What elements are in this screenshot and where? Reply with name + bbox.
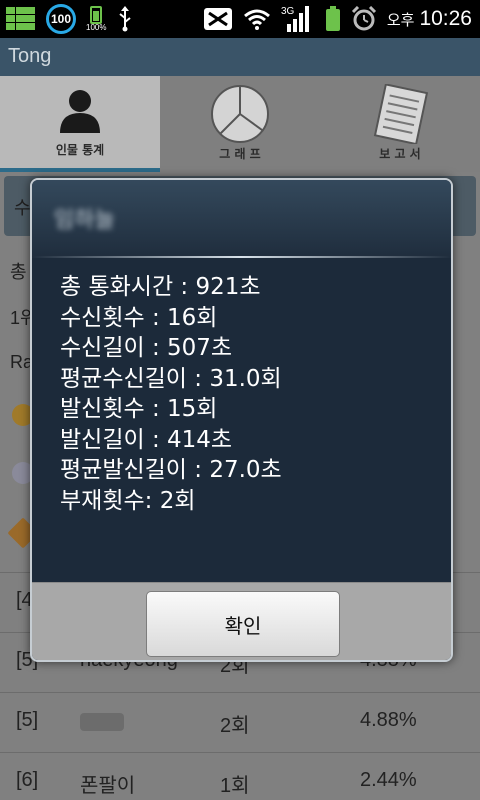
dialog-divider xyxy=(32,256,451,258)
incoming-count: 수신횟수 : 16회 xyxy=(60,304,218,331)
row-percent: 4.88% xyxy=(360,709,417,731)
battery-icon xyxy=(325,6,341,32)
no-sim-icon xyxy=(203,7,233,31)
avg-incoming-length: 평균수신길이 : 31.0회 xyxy=(60,365,282,392)
avg-outgoing-length: 평균발신길이 : 27.0초 xyxy=(60,457,282,483)
tab-label: 그 래 프 xyxy=(219,147,261,161)
row-percent: 2.44% xyxy=(360,769,417,791)
battery-percent-label: 100% xyxy=(86,23,107,32)
background-fragment: 총 xyxy=(10,262,27,282)
tab-person-stats[interactable]: 인물 통계 xyxy=(0,76,160,172)
wifi-icon xyxy=(243,8,271,30)
total-call-time: 총 통화시간 : 921초 xyxy=(60,274,261,300)
tab-report[interactable]: 보 고 서 xyxy=(320,76,480,172)
dialog-title: 임하늘 xyxy=(54,208,115,233)
app-title-bar: Tong xyxy=(0,38,480,76)
tab-label: 보 고 서 xyxy=(379,147,421,161)
dialog-body: 총 통화시간 : 921초 수신횟수 : 16회 수신길이 : 507초 평균수… xyxy=(32,258,451,584)
usb-icon xyxy=(116,6,134,32)
signal-icon: 3G xyxy=(281,4,315,34)
app-title: Tong xyxy=(8,45,52,67)
background-fragment: 수 xyxy=(14,198,31,218)
table-row[interactable]: [5] 2회 4.88% xyxy=(0,692,480,752)
tab-graph[interactable]: 그 래 프 xyxy=(160,76,320,172)
tab-label: 인물 통계 xyxy=(55,143,105,157)
row-rank: [5] xyxy=(16,709,39,731)
app-grid-icon xyxy=(6,7,36,31)
tab-bar: 인물 통계 그 래 프 보 고 서 xyxy=(0,76,480,172)
incoming-length: 수신길이 : 507초 xyxy=(60,335,233,361)
dialog-footer: 확인 xyxy=(32,582,451,660)
row-name-blurred xyxy=(80,713,124,731)
status-bar: 100 100% 3G 오후 10:26 xyxy=(0,0,480,38)
notification-badge-icon: 100 xyxy=(46,4,76,34)
pie-chart-icon xyxy=(210,83,270,145)
outgoing-count: 발신횟수 : 15회 xyxy=(60,396,218,422)
status-time: 10:26 xyxy=(419,7,472,30)
person-icon xyxy=(57,79,103,141)
row-name: 폰팔이 xyxy=(80,775,136,797)
alarm-icon xyxy=(351,6,377,32)
battery-small-icon: 100% xyxy=(86,6,106,32)
ok-button[interactable]: 확인 xyxy=(146,591,340,657)
table-row[interactable]: [6] 폰팔이 1회 2.44% xyxy=(0,752,480,800)
stats-dialog: 임하늘 총 통화시간 : 921초 수신횟수 : 16회 수신길이 : 507초… xyxy=(30,178,453,662)
row-count: 2회 xyxy=(220,715,250,737)
network-label: 3G xyxy=(281,6,295,17)
dialog-header: 임하늘 xyxy=(32,180,451,258)
row-count: 1회 xyxy=(220,775,250,797)
missed-count: 부재횟수: 2회 xyxy=(60,487,196,514)
row-rank: [6] xyxy=(16,769,39,791)
status-clock: 오후 10:26 xyxy=(387,7,472,31)
status-ampm: 오후 xyxy=(386,12,415,29)
outgoing-length: 발신길이 : 414초 xyxy=(60,426,233,453)
report-icon xyxy=(370,83,430,145)
